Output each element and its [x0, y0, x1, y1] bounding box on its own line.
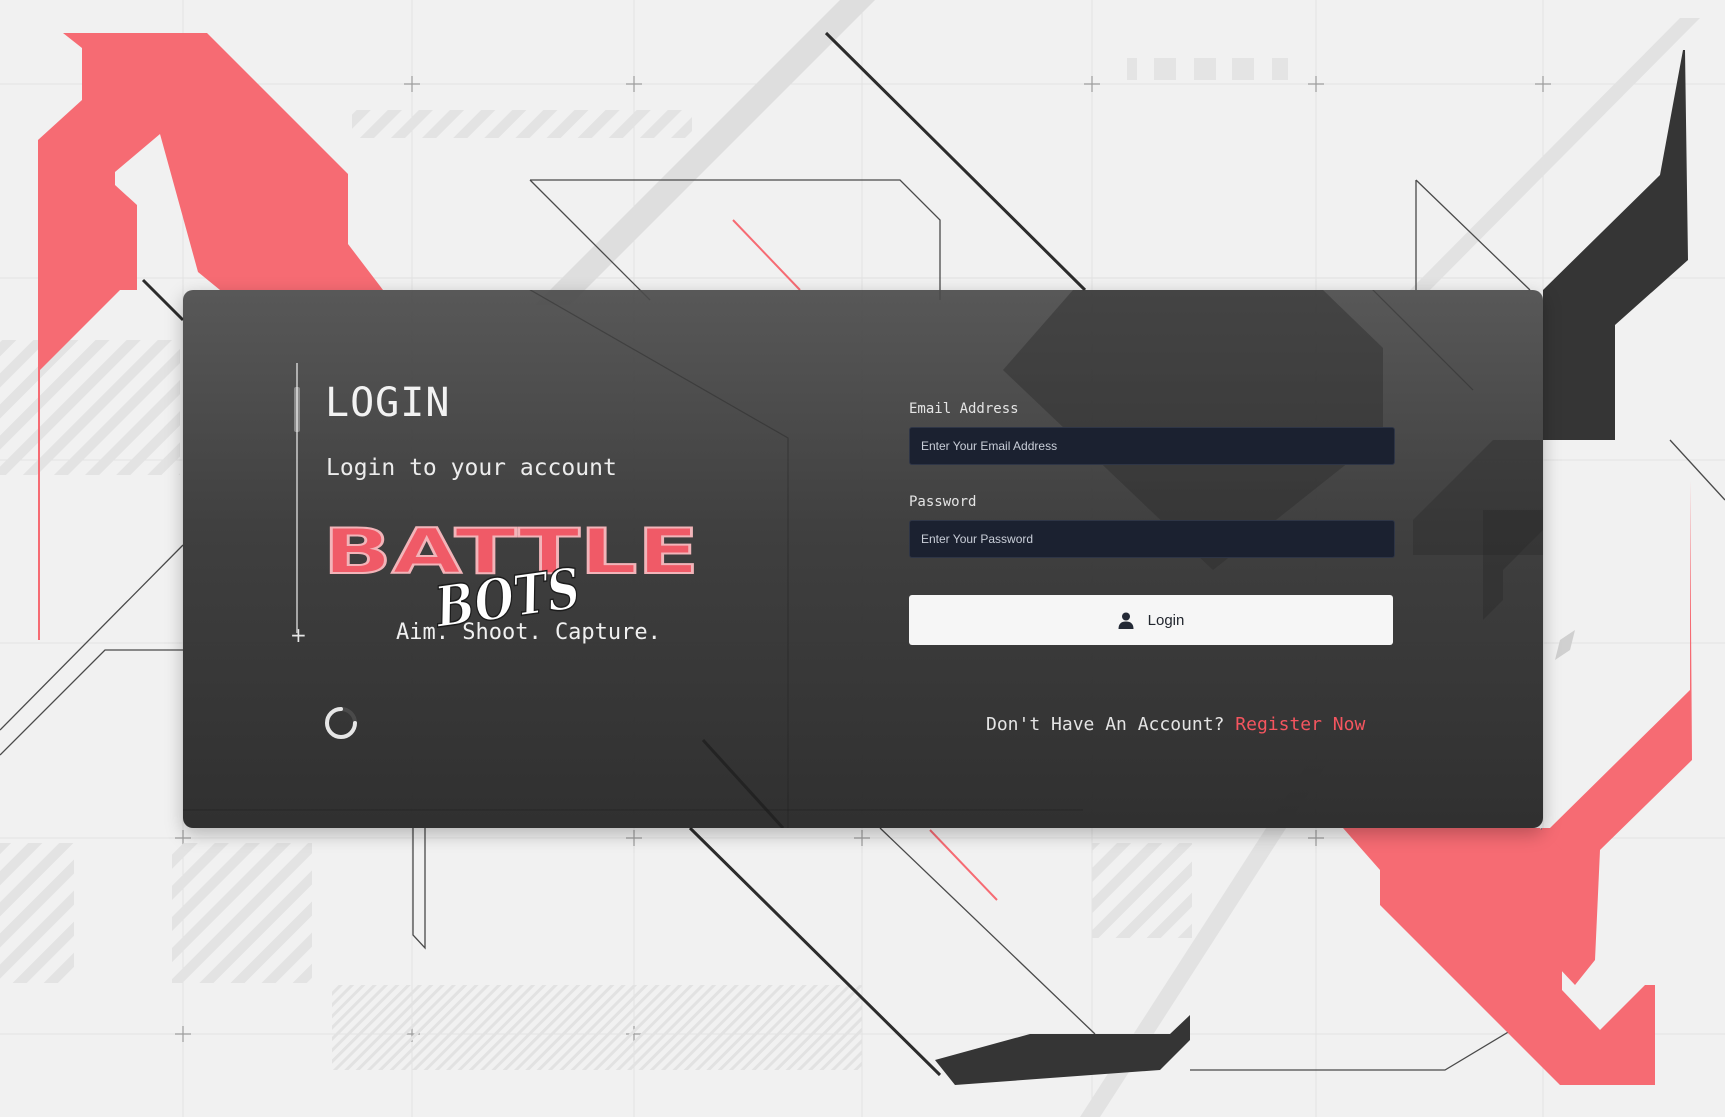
register-prompt-row: Don't Have An Account? Register Now: [986, 714, 1365, 735]
battle-bots-logo: BATTLE BOTS: [323, 515, 700, 635]
email-label: Email Address: [909, 401, 1019, 417]
page-title: LOGIN: [325, 380, 451, 426]
login-button[interactable]: Login: [909, 595, 1393, 645]
password-label: Password: [909, 494, 977, 510]
login-card: + LOGIN Login to your account BATTLE BOT…: [183, 290, 1543, 828]
password-field[interactable]: [909, 520, 1395, 558]
register-prompt: Don't Have An Account?: [986, 714, 1225, 735]
spinner-icon: [325, 707, 357, 739]
user-icon: [1118, 612, 1134, 629]
decorative-bar-thumb: [294, 387, 300, 432]
login-button-label: Login: [1147, 611, 1185, 629]
email-field[interactable]: [909, 427, 1395, 465]
page-subtitle: Login to your account: [326, 455, 617, 481]
register-now-link[interactable]: Register Now: [1235, 714, 1365, 735]
tagline: Aim. Shoot. Capture.: [396, 620, 661, 645]
plus-icon: +: [290, 623, 307, 647]
